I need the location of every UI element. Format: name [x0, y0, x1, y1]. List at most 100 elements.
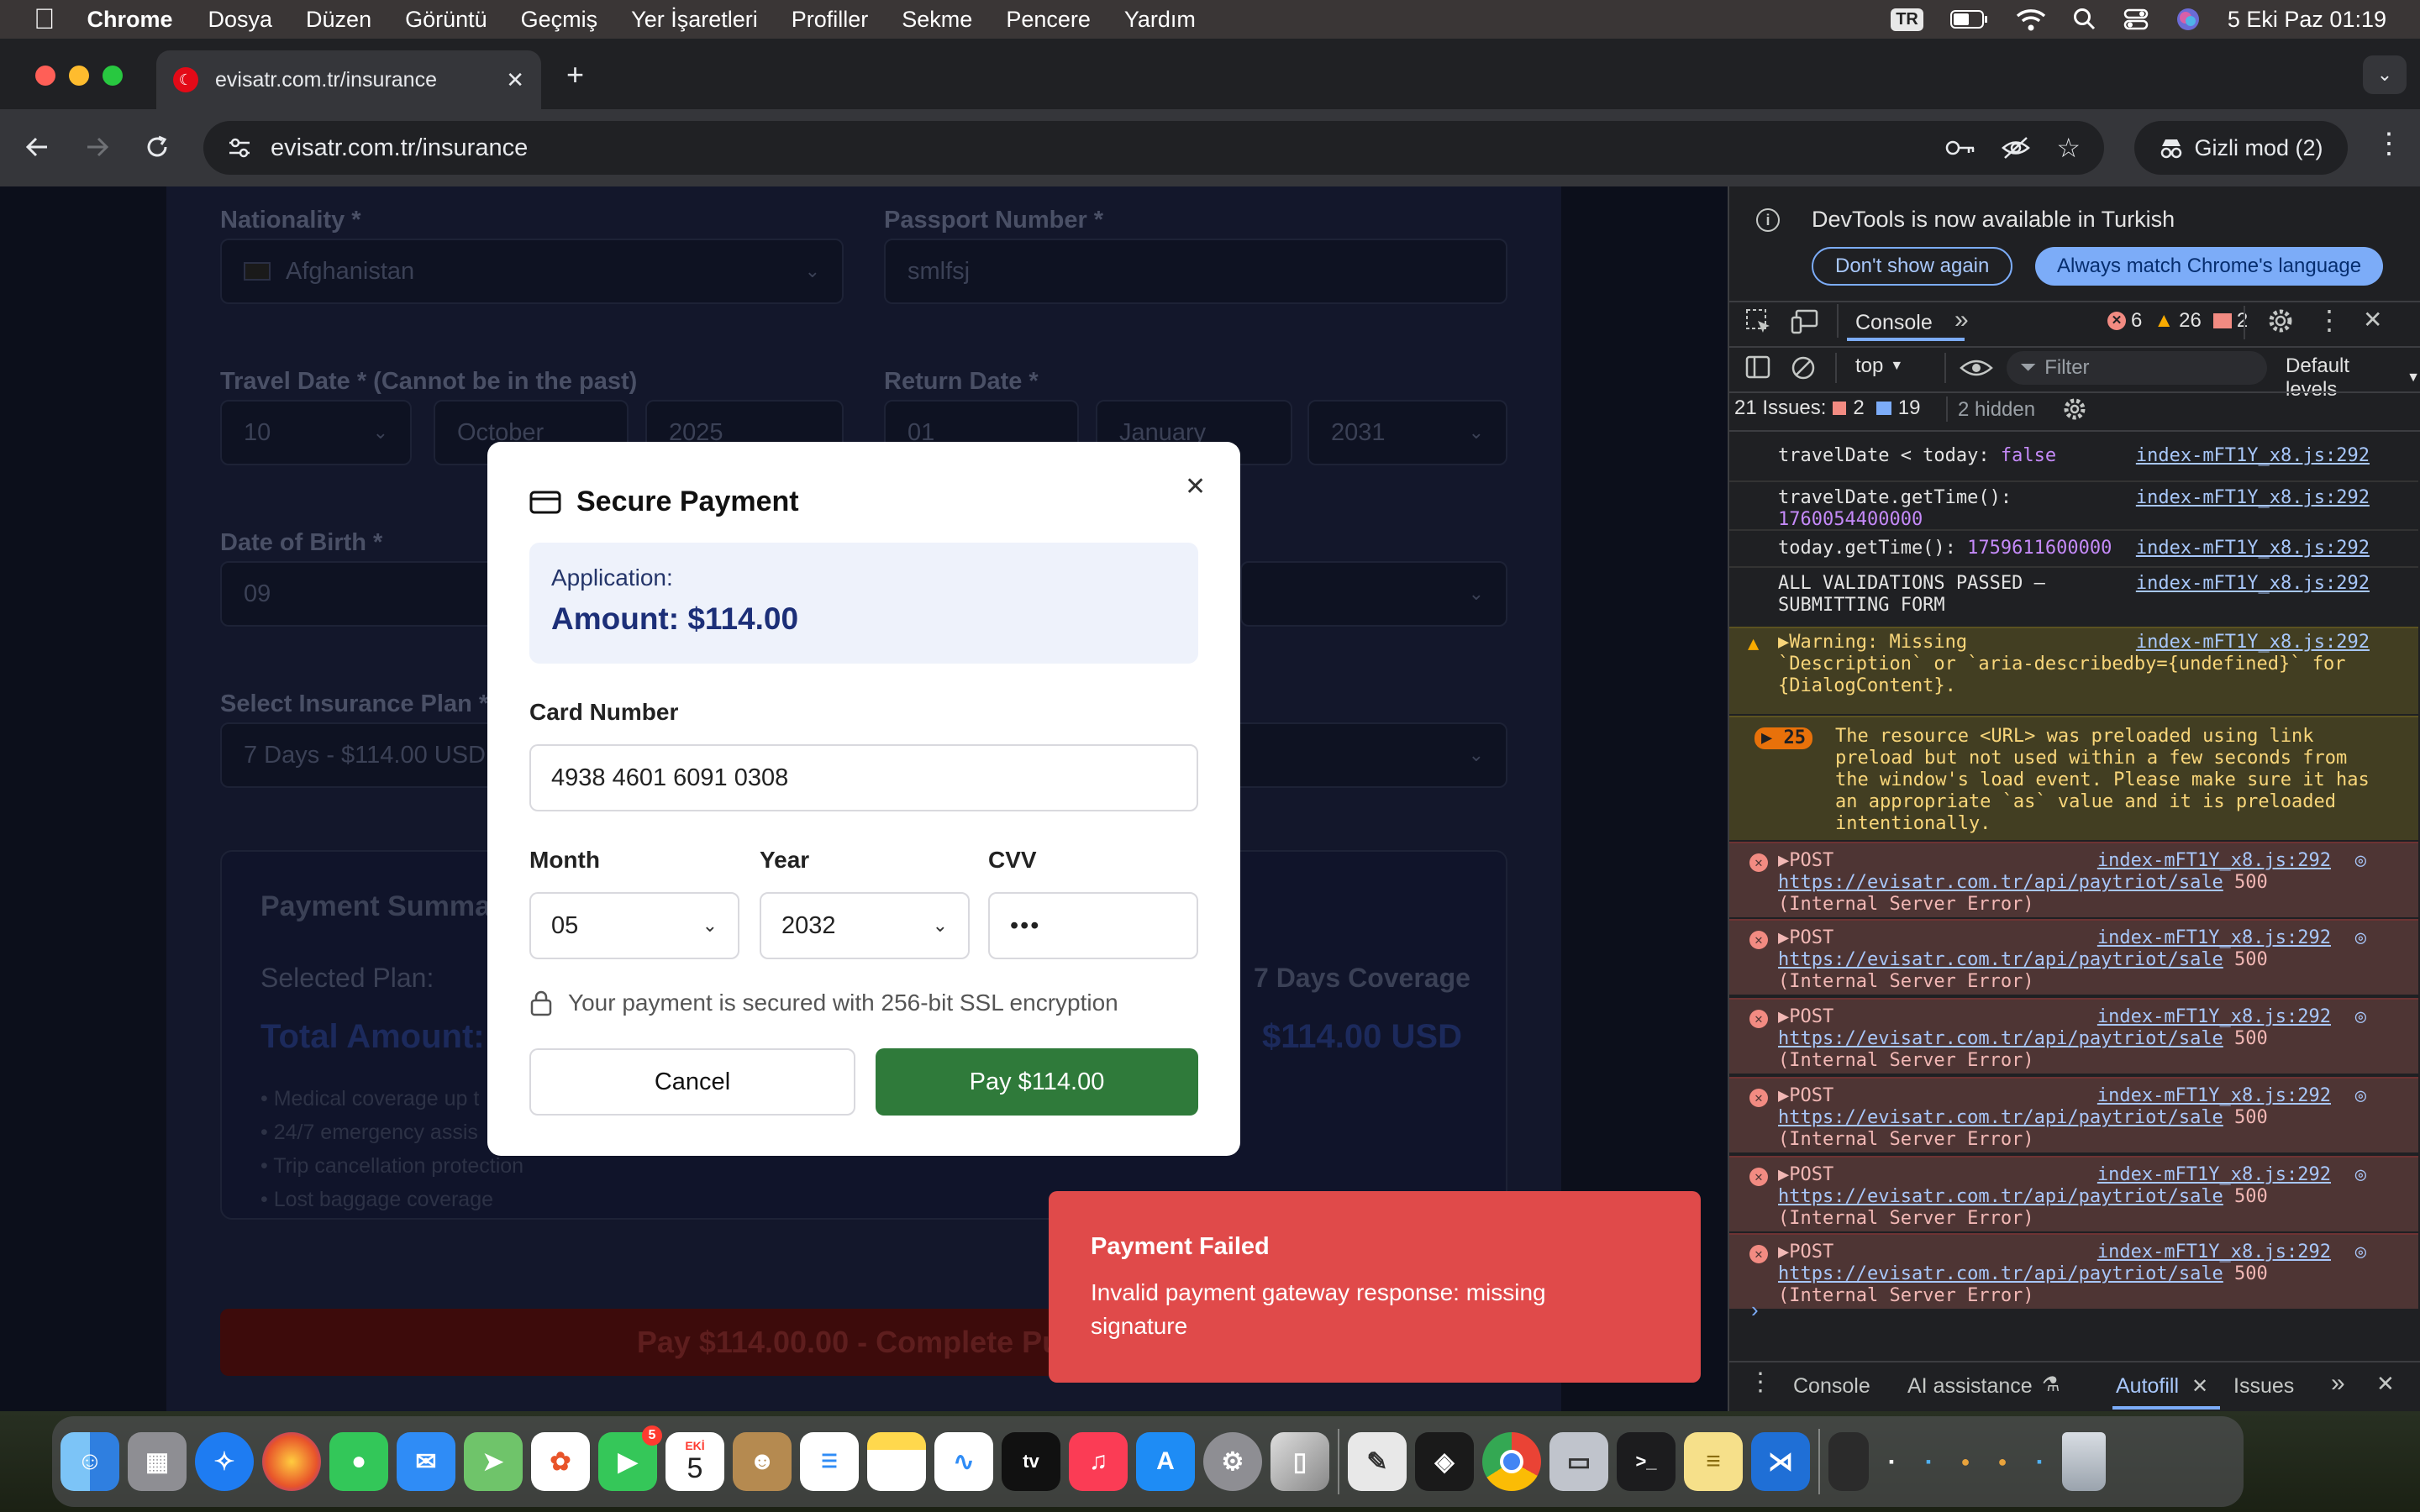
console-warning-group[interactable]: ▶ 25 The resource <URL> was preloaded us…	[1729, 716, 2418, 840]
minimized-window-icon[interactable]: ▪	[1914, 1432, 1943, 1491]
cursor-app-icon[interactable]: ◈	[1415, 1432, 1474, 1491]
firefox-icon[interactable]	[262, 1432, 321, 1491]
error-request-url[interactable]: https://evisatr.com.tr/api/paytriot/sale	[1778, 1107, 2223, 1128]
minimized-window-icon[interactable]: ▪	[2025, 1432, 2054, 1491]
apple-menu-icon[interactable]: 	[34, 3, 55, 36]
drawer-tab-autofill[interactable]: Autofill	[2116, 1374, 2179, 1399]
log-source-link[interactable]: index-mFT1Y_x8.js:292	[2097, 1164, 2331, 1186]
wifi-icon[interactable]	[2016, 8, 2046, 31]
iphone-mirroring-icon[interactable]: ▯	[1270, 1432, 1329, 1491]
issues-summary[interactable]: 21 Issues: 2 19	[1734, 396, 1920, 420]
menu-history[interactable]: Geçmiş	[521, 7, 598, 33]
cancel-button[interactable]: Cancel	[529, 1048, 855, 1116]
preview-icon[interactable]: ▭	[1549, 1432, 1608, 1491]
close-devtools-icon[interactable]: ✕	[2363, 306, 2382, 333]
contacts-icon[interactable]: ☻	[733, 1432, 792, 1491]
pay-button[interactable]: Pay $114.00	[876, 1048, 1198, 1116]
minimized-window-icon[interactable]: ▪	[1877, 1432, 1906, 1491]
network-request-icon[interactable]: ◎	[2355, 850, 2366, 872]
error-request-url[interactable]: https://evisatr.com.tr/api/paytriot/sale	[1778, 1186, 2223, 1207]
maps-icon[interactable]: ➤	[464, 1432, 523, 1491]
console-error-row[interactable]: ✕ ▶POST https://evisatr.com.tr/api/paytrio…	[1729, 1233, 2418, 1309]
address-bar[interactable]: evisatr.com.tr/insurance ☆	[203, 121, 2104, 175]
app-store-icon[interactable]: A	[1136, 1432, 1195, 1491]
messages-icon[interactable]: ●	[329, 1432, 388, 1491]
back-arrow-icon[interactable]	[24, 133, 52, 161]
calendar-icon[interactable]: EKİ 5	[666, 1432, 724, 1491]
console-settings-gear-icon[interactable]	[2062, 396, 2087, 422]
downloads-stack-icon[interactable]	[1828, 1432, 1869, 1491]
notes-icon[interactable]	[867, 1432, 926, 1491]
minimized-chrome-window-icon[interactable]: ●	[1951, 1432, 1980, 1491]
log-source-link[interactable]: index-mFT1Y_x8.js:292	[2097, 1006, 2331, 1028]
log-source-link[interactable]: index-mFT1Y_x8.js:292	[2136, 573, 2370, 595]
context-select[interactable]: top ▼	[1855, 354, 1903, 378]
month-select[interactable]: 05 ⌄	[529, 892, 739, 959]
reload-icon[interactable]	[143, 133, 171, 161]
network-request-icon[interactable]: ◎	[2355, 1242, 2366, 1263]
menu-edit[interactable]: Düzen	[306, 7, 371, 33]
stickies-icon[interactable]: ≡	[1684, 1432, 1743, 1491]
drawer-menu-kebab-icon[interactable]: ⋮	[1748, 1368, 1773, 1397]
console-error-row[interactable]: ✕ ▶POST https://evisatr.com.tr/api/paytrio…	[1729, 1156, 2418, 1231]
more-tabs-chevron-icon[interactable]: »	[1954, 306, 1969, 334]
photos-icon[interactable]: ✿	[531, 1432, 590, 1491]
console-error-row[interactable]: ✕ ▶POST https://evisatr.com.tr/api/paytrio…	[1729, 919, 2418, 995]
live-expression-eye-icon[interactable]	[1960, 358, 1993, 378]
vscode-icon[interactable]: ⋊	[1751, 1432, 1810, 1491]
log-source-link[interactable]: index-mFT1Y_x8.js:292	[2136, 632, 2370, 654]
menu-view[interactable]: Görüntü	[405, 7, 487, 33]
url-text[interactable]: evisatr.com.tr/insurance	[271, 134, 1945, 162]
return-year-select[interactable]: 2031 ⌄	[1307, 400, 1507, 465]
menu-profiles[interactable]: Profiller	[792, 7, 869, 33]
system-settings-icon[interactable]: ⚙	[1203, 1432, 1262, 1491]
drawer-tab-issues[interactable]: Issues	[2233, 1374, 2294, 1399]
network-request-icon[interactable]: ◎	[2355, 1085, 2366, 1107]
freeform-icon[interactable]: ∿	[934, 1432, 993, 1491]
safari-icon[interactable]: ✧	[195, 1432, 254, 1491]
error-request-url[interactable]: https://evisatr.com.tr/api/paytriot/sale	[1778, 949, 2223, 970]
reminders-icon[interactable]: ☰	[800, 1432, 859, 1491]
password-key-icon[interactable]	[1945, 138, 1975, 158]
log-source-link[interactable]: index-mFT1Y_x8.js:292	[2136, 487, 2370, 509]
year-select[interactable]: 2032 ⌄	[760, 892, 970, 959]
error-warning-counters[interactable]: ✕ 6 ▲ 26 2	[2107, 309, 2248, 333]
tab-close-icon[interactable]: ✕	[506, 67, 524, 93]
forward-arrow-icon[interactable]	[82, 133, 111, 161]
drawer-tab-ai-assistance[interactable]: AI assistance	[1907, 1374, 2033, 1399]
error-request-url[interactable]: https://evisatr.com.tr/api/paytriot/sale	[1778, 872, 2223, 893]
console-error-row[interactable]: ✕ ▶POST https://evisatr.com.tr/api/paytrio…	[1729, 998, 2418, 1074]
menu-clock[interactable]: 5 Eki Paz 01:19	[2228, 7, 2386, 33]
travel-day-select[interactable]: 10 ⌄	[220, 400, 412, 465]
close-drawer-icon[interactable]: ✕	[2376, 1371, 2395, 1397]
devtools-tab-console[interactable]: Console	[1855, 311, 1933, 335]
inspect-element-icon[interactable]	[1744, 307, 1773, 336]
tab-search-chevron-icon[interactable]: ⌄	[2363, 55, 2407, 94]
menu-file[interactable]: Dosya	[208, 7, 273, 33]
log-source-link[interactable]: index-mFT1Y_x8.js:292	[2136, 538, 2370, 559]
battery-icon[interactable]	[1949, 9, 1989, 29]
log-source-link[interactable]: index-mFT1Y_x8.js:292	[2097, 1242, 2331, 1263]
bookmark-star-icon[interactable]: ☆	[2056, 132, 2081, 164]
log-source-link[interactable]: index-mFT1Y_x8.js:292	[2136, 445, 2370, 467]
log-source-link[interactable]: index-mFT1Y_x8.js:292	[2097, 927, 2331, 949]
chrome-menu-kebab-icon[interactable]: ⋮	[2375, 129, 2403, 158]
menu-bookmarks[interactable]: Yer İşaretleri	[631, 7, 758, 33]
sidebar-toggle-icon[interactable]	[1744, 354, 1771, 380]
console-error-row[interactable]: ✕ ▶POST https://evisatr.com.tr/api/paytrio…	[1729, 842, 2418, 917]
log-source-link[interactable]: index-mFT1Y_x8.js:292	[2097, 1085, 2331, 1107]
console-prompt-icon[interactable]: ›	[1751, 1297, 1759, 1323]
console-error-row[interactable]: ✕ ▶POST https://evisatr.com.tr/api/paytrio…	[1729, 1077, 2418, 1152]
control-center-icon[interactable]	[2123, 8, 2149, 31]
facetime-icon[interactable]: ▶ 5	[598, 1425, 662, 1491]
passport-input[interactable]: smlfsj	[884, 239, 1507, 304]
dont-show-again-button[interactable]: Don't show again	[1812, 247, 2013, 286]
error-request-url[interactable]: https://evisatr.com.tr/api/paytriot/sale	[1778, 1263, 2223, 1284]
music-icon[interactable]: ♫	[1069, 1432, 1128, 1491]
finder-icon[interactable]: ☺	[60, 1432, 119, 1491]
app-menu-chrome[interactable]: Chrome	[87, 7, 173, 33]
mail-icon[interactable]: ✉	[397, 1432, 455, 1491]
cvv-input[interactable]: •••	[988, 892, 1198, 959]
terminal-icon[interactable]: >_	[1617, 1432, 1676, 1491]
trash-icon[interactable]	[2062, 1432, 2106, 1491]
